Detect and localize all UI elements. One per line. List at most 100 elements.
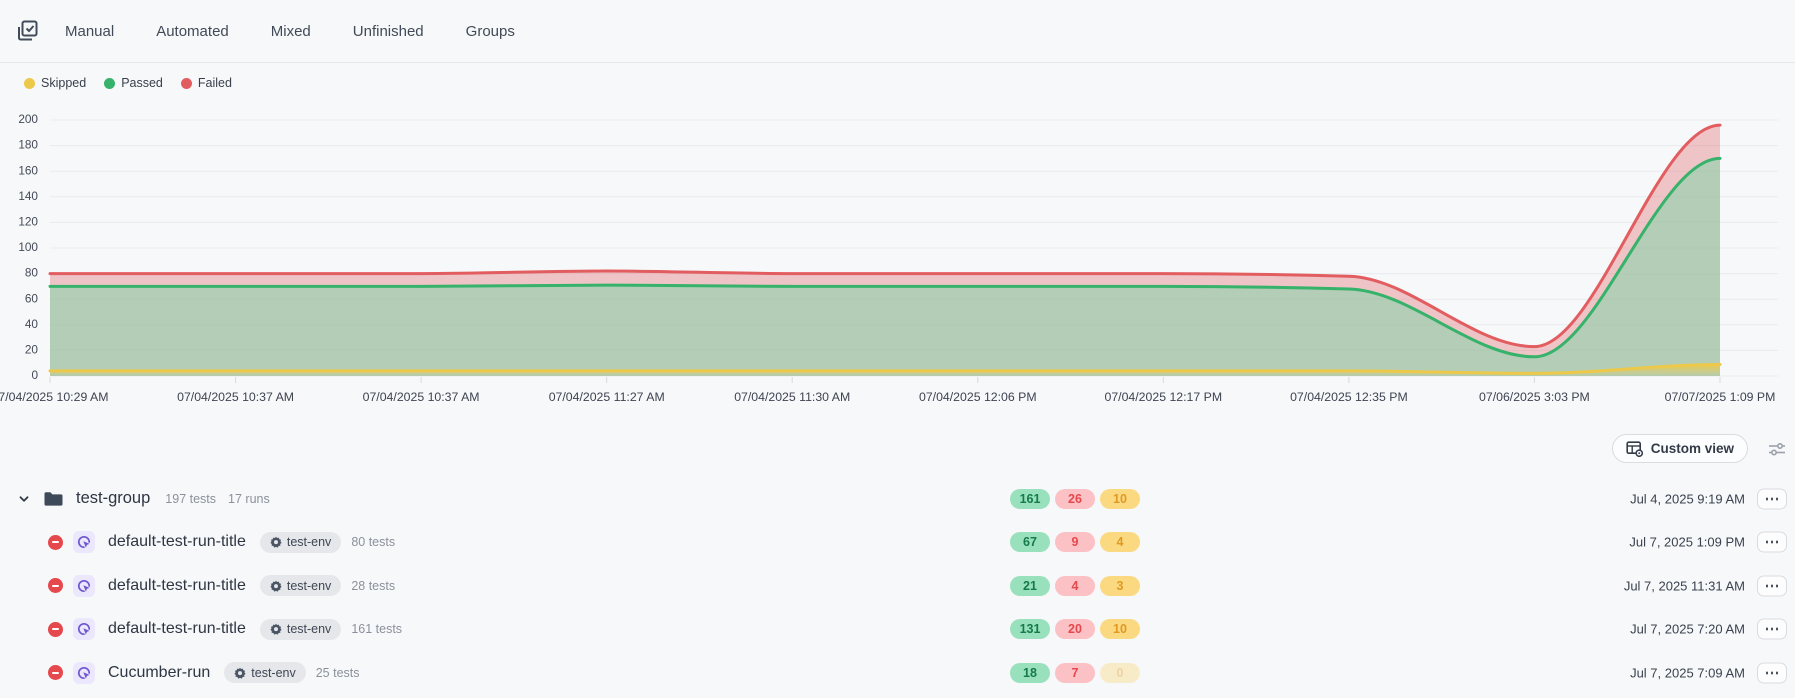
row-menu-button[interactable] — [1757, 488, 1787, 509]
run-date: Jul 7, 2025 7:20 AM — [1630, 622, 1745, 637]
failed-color-dot — [181, 78, 192, 89]
svg-text:60: 60 — [25, 291, 39, 305]
gear-icon — [270, 623, 282, 635]
run-title[interactable]: default-test-run-title — [108, 620, 246, 638]
run-status-stopped-icon — [48, 535, 63, 550]
group-meta: 197 tests 17 runs — [165, 492, 269, 506]
skipped-count-badge: 0 — [1100, 663, 1140, 683]
group-name[interactable]: test-group — [76, 489, 150, 508]
run-status-stopped-icon — [48, 622, 63, 637]
environment-name: test-env — [287, 579, 331, 593]
svg-text:07/04/2025 10:29 AM: 07/04/2025 10:29 AM — [0, 390, 108, 404]
row-menu-button[interactable] — [1757, 619, 1787, 640]
run-date: Jul 7, 2025 7:09 AM — [1630, 665, 1745, 680]
svg-text:20: 20 — [25, 343, 39, 357]
svg-text:140: 140 — [18, 189, 38, 203]
passed-count-badge: 18 — [1010, 663, 1050, 683]
legend-item-failed: Failed — [181, 76, 232, 90]
tab-unfinished[interactable]: Unfinished — [353, 23, 424, 40]
run-status-stopped-icon — [48, 665, 63, 680]
passed-count-badge: 161 — [1010, 489, 1050, 509]
legend-label: Passed — [121, 76, 163, 90]
svg-text:160: 160 — [18, 163, 38, 177]
result-badges: 67 9 4 — [1010, 532, 1140, 552]
run-title[interactable]: default-test-run-title — [108, 577, 246, 595]
result-badges: 21 4 3 — [1010, 576, 1140, 596]
custom-view-button[interactable]: Custom view — [1612, 434, 1748, 463]
svg-text:07/07/2025 1:09 PM: 07/07/2025 1:09 PM — [1665, 390, 1776, 404]
svg-text:180: 180 — [18, 138, 38, 152]
run-date: Jul 7, 2025 11:31 AM — [1624, 578, 1745, 593]
environment-badge: test-env — [260, 619, 341, 640]
skipped-count-badge: 3 — [1100, 576, 1140, 596]
passed-count-badge: 131 — [1010, 619, 1050, 639]
results-area-chart: 0 20 40 60 80 100 120 140 160 180 200 07/04/2025 10… — [0, 95, 1795, 425]
svg-text:07/04/2025 10:37 AM: 07/04/2025 10:37 AM — [363, 390, 480, 404]
run-date: Jul 7, 2025 1:09 PM — [1629, 535, 1745, 550]
test-run-row[interactable]: default-test-run-title test-env 80 tests… — [0, 521, 1795, 565]
legend-label: Skipped — [41, 76, 86, 90]
skipped-count-badge: 10 — [1100, 619, 1140, 639]
svg-text:80: 80 — [25, 266, 39, 280]
svg-text:07/04/2025 12:35 PM: 07/04/2025 12:35 PM — [1290, 390, 1408, 404]
failed-count-badge: 9 — [1055, 532, 1095, 552]
svg-text:0: 0 — [31, 368, 38, 382]
environment-name: test-env — [287, 622, 331, 636]
group-date: Jul 4, 2025 9:19 AM — [1630, 491, 1745, 506]
svg-text:07/04/2025 12:17 PM: 07/04/2025 12:17 PM — [1104, 390, 1222, 404]
automated-run-icon — [73, 575, 95, 597]
tab-manual[interactable]: Manual — [65, 23, 114, 40]
test-runs-checklist-icon — [14, 17, 42, 45]
environment-badge: test-env — [260, 575, 341, 596]
run-tests-count: 25 tests — [316, 666, 360, 680]
svg-text:120: 120 — [18, 215, 38, 229]
group-tests-count: 197 tests — [165, 492, 216, 506]
svg-text:07/04/2025 11:30 AM: 07/04/2025 11:30 AM — [734, 390, 850, 404]
svg-text:07/04/2025 11:27 AM: 07/04/2025 11:27 AM — [549, 390, 665, 404]
test-run-row[interactable]: default-test-run-title test-env 161 test… — [0, 608, 1795, 652]
tab-bar: Manual Automated Mixed Unfinished Groups — [0, 0, 1795, 63]
skipped-count-badge: 10 — [1100, 489, 1140, 509]
failed-count-badge: 7 — [1055, 663, 1095, 683]
run-status-stopped-icon — [48, 578, 63, 593]
result-badges: 131 20 10 — [1010, 619, 1140, 639]
environment-name: test-env — [287, 535, 331, 549]
run-title[interactable]: default-test-run-title — [108, 533, 246, 551]
gear-icon — [270, 580, 282, 592]
table-settings-icon — [1626, 440, 1643, 457]
svg-text:100: 100 — [18, 240, 38, 254]
environment-badge: test-env — [260, 532, 341, 553]
test-run-row[interactable]: Cucumber-run test-env 25 tests 18 7 0 Ju… — [0, 651, 1795, 695]
legend-item-skipped: Skipped — [24, 76, 86, 90]
svg-text:07/04/2025 12:06 PM: 07/04/2025 12:06 PM — [919, 390, 1037, 404]
test-runs-page: Manual Automated Mixed Unfinished Groups… — [0, 0, 1795, 698]
filter-sliders-icon[interactable] — [1767, 440, 1787, 458]
tabs: Manual Automated Mixed Unfinished Groups — [65, 23, 515, 40]
group-row[interactable]: test-group 197 tests 17 runs 161 26 10 J… — [0, 477, 1795, 521]
tab-groups[interactable]: Groups — [466, 23, 515, 40]
passed-count-badge: 21 — [1010, 576, 1050, 596]
legend-label: Failed — [198, 76, 232, 90]
tab-automated[interactable]: Automated — [156, 23, 229, 40]
row-menu-button[interactable] — [1757, 532, 1787, 553]
run-title[interactable]: Cucumber-run — [108, 664, 210, 682]
automated-run-icon — [73, 618, 95, 640]
row-menu-button[interactable] — [1757, 662, 1787, 683]
environment-name: test-env — [251, 666, 295, 680]
run-rows-container: default-test-run-title test-env 80 tests… — [0, 521, 1795, 695]
group-runs-count: 17 runs — [228, 492, 270, 506]
row-menu-button[interactable] — [1757, 575, 1787, 596]
skipped-color-dot — [24, 78, 35, 89]
tab-mixed[interactable]: Mixed — [271, 23, 311, 40]
custom-view-label: Custom view — [1651, 441, 1734, 456]
svg-text:07/04/2025 10:37 AM: 07/04/2025 10:37 AM — [177, 390, 294, 404]
chart-legend: Skipped Passed Failed — [24, 76, 232, 90]
test-run-row[interactable]: default-test-run-title test-env 28 tests… — [0, 564, 1795, 608]
environment-badge: test-env — [224, 662, 305, 683]
svg-text:40: 40 — [25, 317, 39, 331]
chevron-down-icon[interactable] — [16, 491, 32, 507]
result-badges: 161 26 10 — [1010, 489, 1140, 509]
svg-text:200: 200 — [18, 112, 38, 126]
passed-count-badge: 67 — [1010, 532, 1050, 552]
gear-icon — [234, 667, 246, 679]
